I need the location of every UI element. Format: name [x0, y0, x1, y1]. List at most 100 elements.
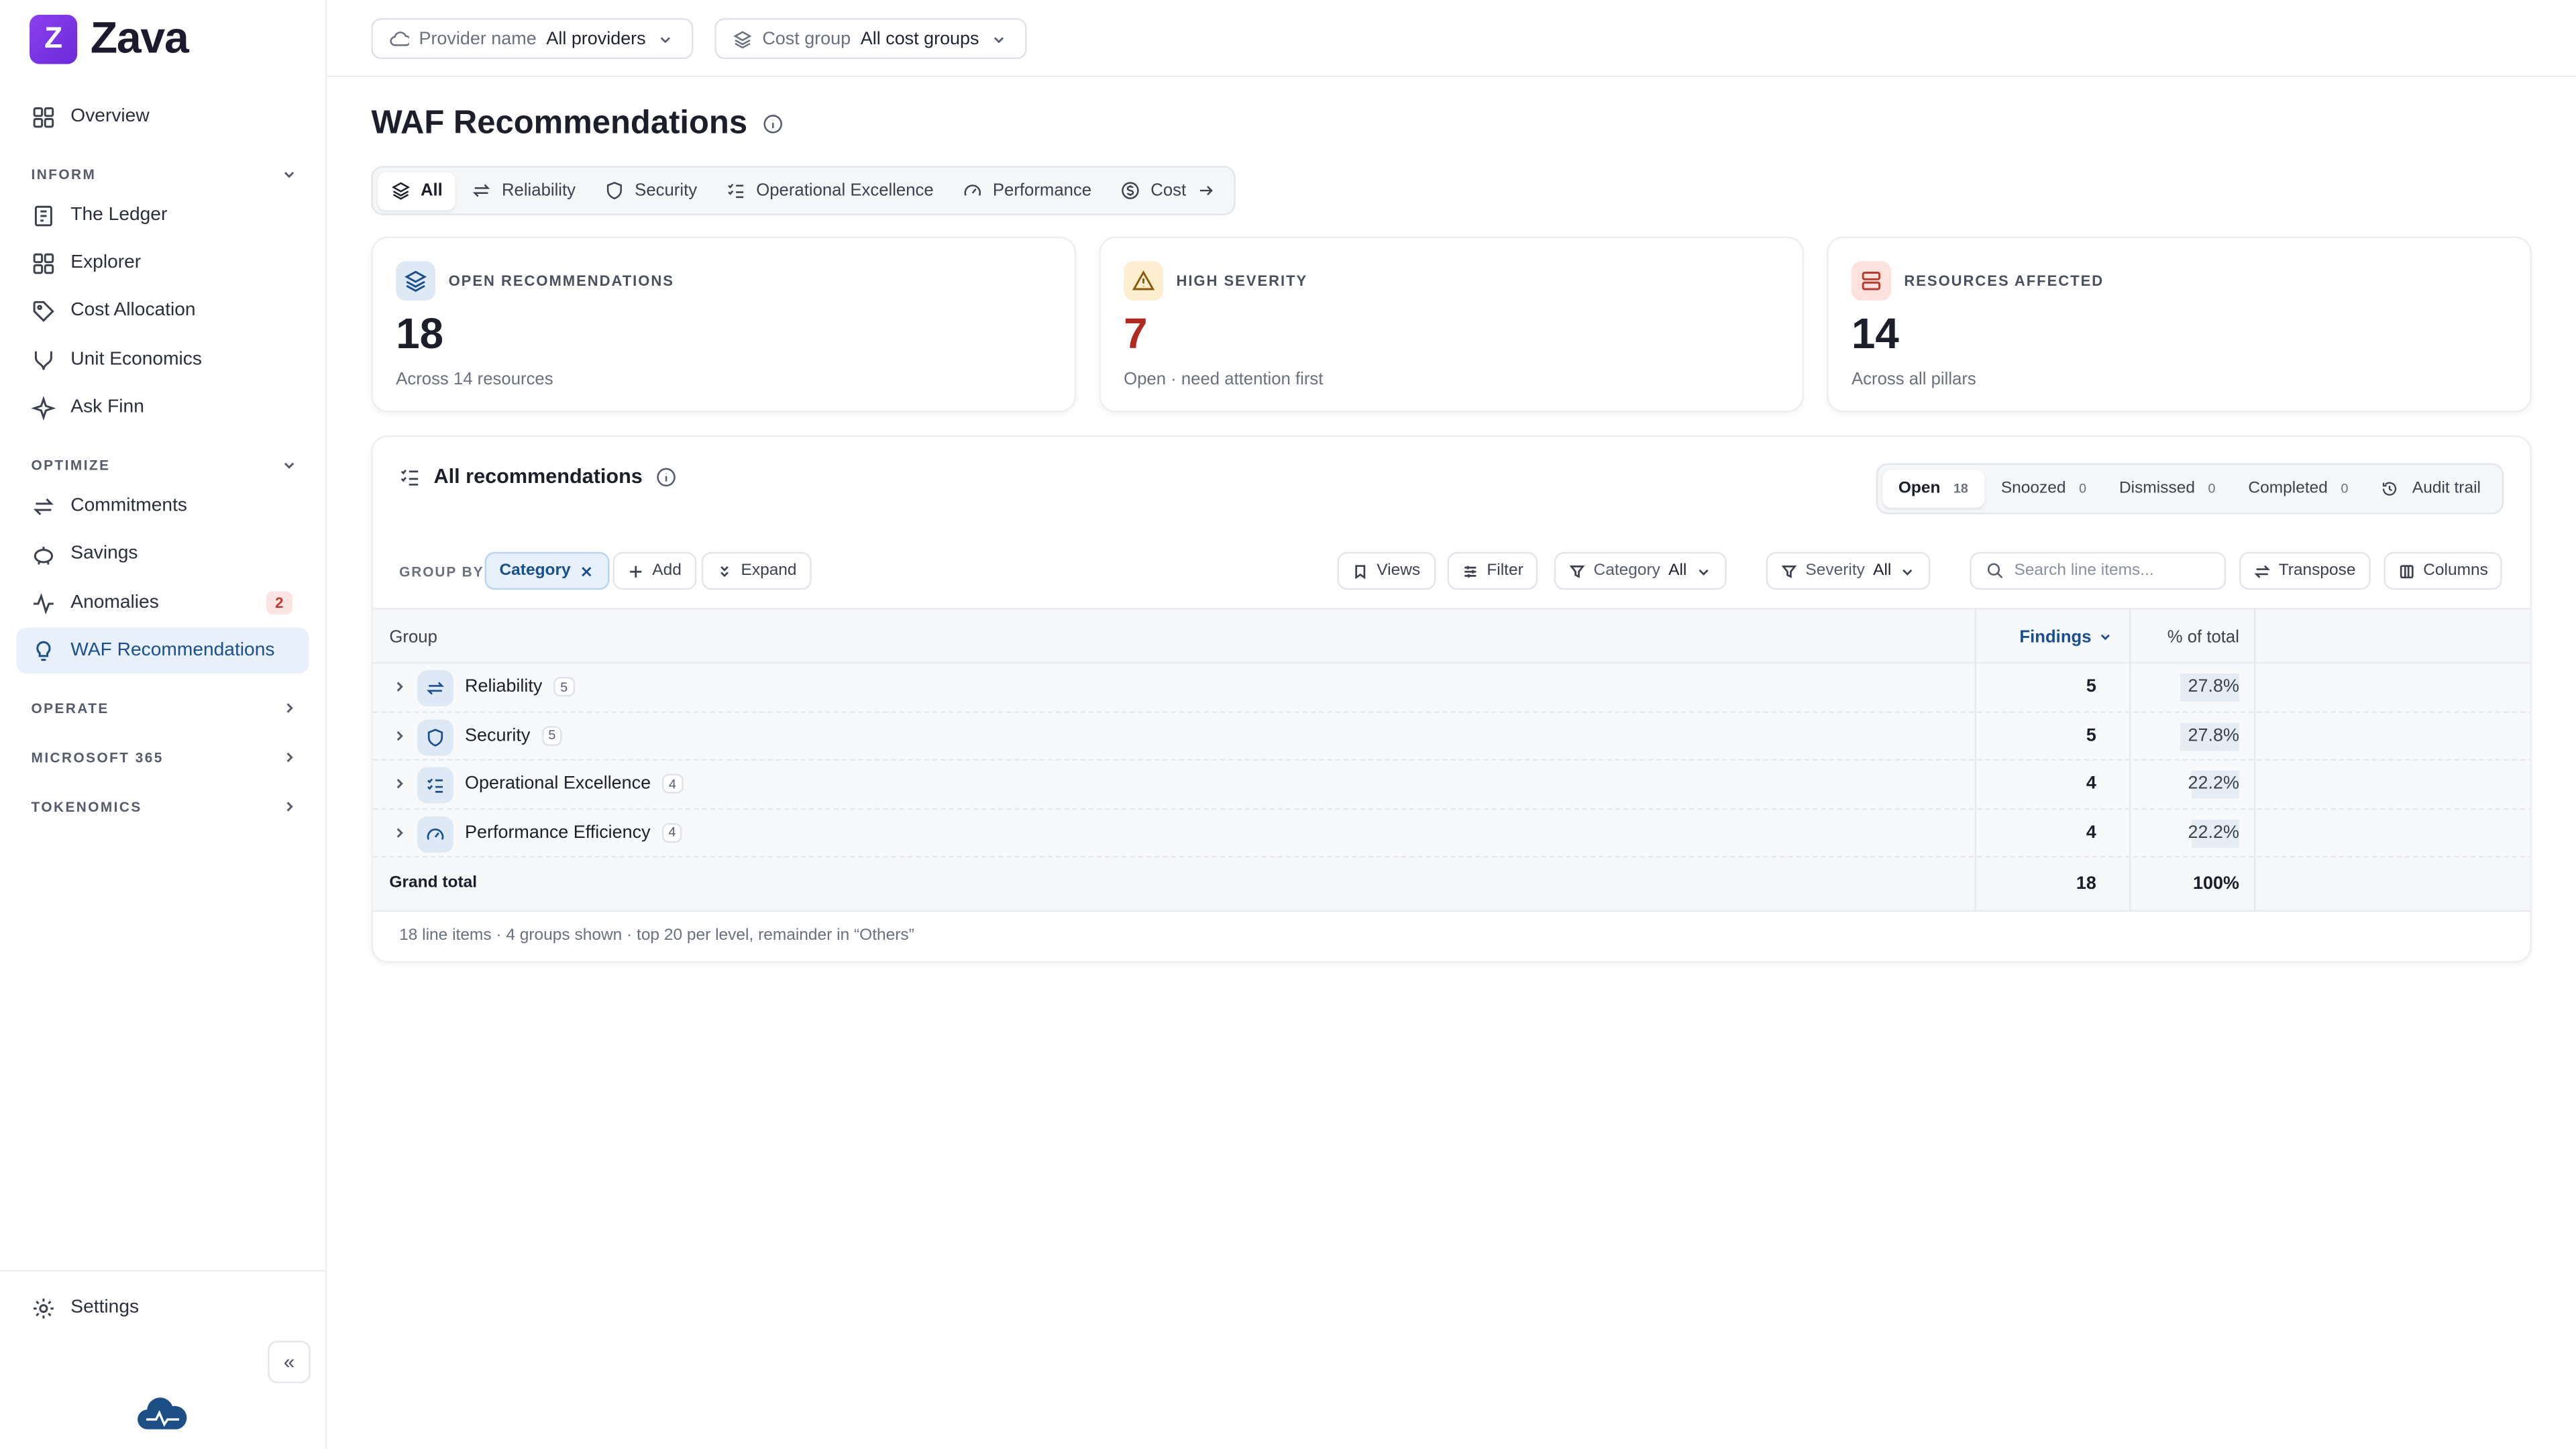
top-bar: Provider name All providers Cost group A…: [327, 0, 2576, 78]
row-percent: 27.8%: [2188, 676, 2239, 697]
arrows-swap-icon: [473, 184, 491, 197]
filter-button[interactable]: Filter: [1447, 551, 1538, 590]
sidebar-item-cost-allocation[interactable]: Cost Allocation: [16, 288, 309, 334]
column-header-percent[interactable]: % of total: [2167, 610, 2239, 664]
chevron-right-icon[interactable]: [391, 775, 407, 792]
app-root: Z Zava Overview INFORM The Ledger Explor…: [0, 0, 2576, 1449]
info-icon[interactable]: [655, 466, 677, 487]
collapse-sidebar-button[interactable]: «: [268, 1340, 311, 1384]
column-divider: [2129, 608, 2131, 912]
search-line-items-input[interactable]: Search line items...: [1970, 551, 2226, 590]
row-findings: 4: [2086, 773, 2096, 794]
filter-label: Severity: [1805, 561, 1865, 580]
sidebar-item-ledger[interactable]: The Ledger: [16, 193, 309, 239]
card-label: RESOURCES AFFECTED: [1904, 272, 2104, 290]
row-percent: 27.8%: [2188, 725, 2239, 745]
column-header-findings[interactable]: Findings: [2019, 610, 2112, 664]
group-by-category-chip[interactable]: Category: [484, 551, 610, 590]
sidebar-item-explorer[interactable]: Explorer: [16, 240, 309, 286]
sidebar-item-label: Commitments: [70, 496, 188, 516]
sidebar-item-label: Explorer: [70, 253, 142, 273]
recommendations-table: Group Findings % of total Reliability 5 5…: [372, 608, 2530, 912]
tab-all[interactable]: All: [378, 171, 456, 210]
row-percent: 22.2%: [2188, 773, 2239, 794]
chevron-right-icon: [286, 703, 293, 713]
add-group-button[interactable]: Add: [612, 551, 696, 590]
search-placeholder: Search line items...: [2014, 561, 2154, 580]
column-divider: [2254, 608, 2256, 912]
sidebar-item-waf-recommendations[interactable]: WAF Recommendations: [16, 627, 309, 674]
chevron-right-icon[interactable]: [391, 824, 407, 840]
table-row[interactable]: Reliability 5 5 27.8%: [372, 663, 2530, 712]
cost-group-select[interactable]: Cost group All cost groups: [714, 17, 1027, 60]
status-completed[interactable]: Completed 0: [2232, 470, 2365, 507]
sidebar: Z Zava Overview INFORM The Ledger Explor…: [0, 0, 327, 1449]
row-percent: 22.2%: [2188, 822, 2239, 843]
table-row[interactable]: Performance Efficiency 4 4 22.2%: [372, 809, 2530, 858]
section-inform[interactable]: INFORM: [32, 166, 298, 182]
columns-button[interactable]: Columns: [2383, 551, 2503, 590]
tab-operational-excellence[interactable]: Operational Excellence: [714, 172, 947, 209]
activity-icon: [33, 592, 54, 614]
info-icon[interactable]: [762, 113, 784, 135]
chevron-down-icon: [284, 172, 294, 178]
sidebar-item-overview[interactable]: Overview: [16, 94, 309, 140]
table-footer-total: Grand total 18 100%: [372, 857, 2530, 912]
status-label: Open: [1898, 480, 1941, 498]
section-operate[interactable]: OPERATE: [32, 700, 298, 716]
sidebar-item-unit-economics[interactable]: Unit Economics: [16, 337, 309, 383]
plus-icon: [630, 565, 642, 577]
chevron-right-icon[interactable]: [391, 678, 407, 694]
tab-performance[interactable]: Performance: [950, 172, 1104, 209]
row-count-badge: 4: [662, 773, 683, 794]
table-row[interactable]: Security 5 5 27.8%: [372, 712, 2530, 761]
tab-cost[interactable]: Cost: [1108, 172, 1229, 209]
audit-trail-button[interactable]: Audit trail: [2365, 470, 2498, 507]
gauge-icon: [427, 827, 444, 839]
cloud-icon: [390, 30, 409, 46]
expand-button[interactable]: Expand: [701, 551, 812, 590]
sidebar-item-commitments[interactable]: Commitments: [16, 483, 309, 529]
columns-icon: [2400, 564, 2414, 578]
status-snoozed[interactable]: Snoozed 0: [1984, 470, 2102, 507]
transpose-button[interactable]: Transpose: [2239, 551, 2371, 590]
section-microsoft-365[interactable]: MICROSOFT 365: [32, 749, 298, 765]
sidebar-item-settings[interactable]: Settings: [16, 1285, 309, 1331]
row-icon-wrap: [417, 815, 453, 852]
status-open[interactable]: Open 18: [1882, 470, 1985, 508]
sidebar-item-label: Anomalies: [70, 593, 159, 613]
logo-mark: Z: [30, 13, 78, 64]
brand-logo[interactable]: Z Zava: [30, 13, 189, 64]
tab-label: All: [420, 180, 443, 201]
tab-reliability[interactable]: Reliability: [459, 172, 588, 209]
chip-label: Expand: [741, 561, 797, 580]
close-icon[interactable]: [579, 563, 595, 579]
sidebar-item-ask-finn[interactable]: Ask Finn: [16, 384, 309, 431]
chevron-right-icon[interactable]: [391, 727, 407, 743]
section-title: MICROSOFT 365: [31, 749, 164, 766]
sidebar-divider: [0, 1270, 327, 1272]
status-segmented-control: Open 18 Snoozed 0 Dismissed 0 Completed …: [1875, 463, 2504, 515]
sidebar-item-label: Ask Finn: [70, 397, 144, 418]
column-header-group[interactable]: Group: [389, 610, 437, 664]
chevron-down-icon: [1902, 568, 1913, 575]
row-label: Operational Excellence: [465, 773, 651, 794]
panel-title: All recommendations: [399, 465, 677, 488]
chip-label: Columns: [2423, 561, 2488, 580]
provider-select[interactable]: Provider name All providers: [371, 17, 694, 60]
category-filter-select[interactable]: Category All: [1554, 551, 1727, 590]
checklist-icon: [728, 183, 744, 199]
sidebar-item-anomalies[interactable]: Anomalies 2: [16, 580, 309, 626]
severity-filter-select[interactable]: Severity All: [1766, 551, 1931, 590]
tab-security[interactable]: Security: [592, 172, 710, 209]
status-count: 0: [2208, 481, 2216, 496]
section-tokenomics[interactable]: TOKENOMICS: [32, 798, 298, 815]
filter-value: All: [1668, 561, 1687, 580]
grid-icon: [33, 252, 54, 274]
views-button[interactable]: Views: [1337, 551, 1436, 590]
row-findings: 5: [2086, 676, 2096, 697]
section-optimize[interactable]: OPTIMIZE: [32, 457, 298, 473]
status-dismissed[interactable]: Dismissed 0: [2103, 470, 2232, 507]
sidebar-item-savings[interactable]: Savings: [16, 531, 309, 577]
table-row[interactable]: Operational Excellence 4 4 22.2%: [372, 760, 2530, 810]
